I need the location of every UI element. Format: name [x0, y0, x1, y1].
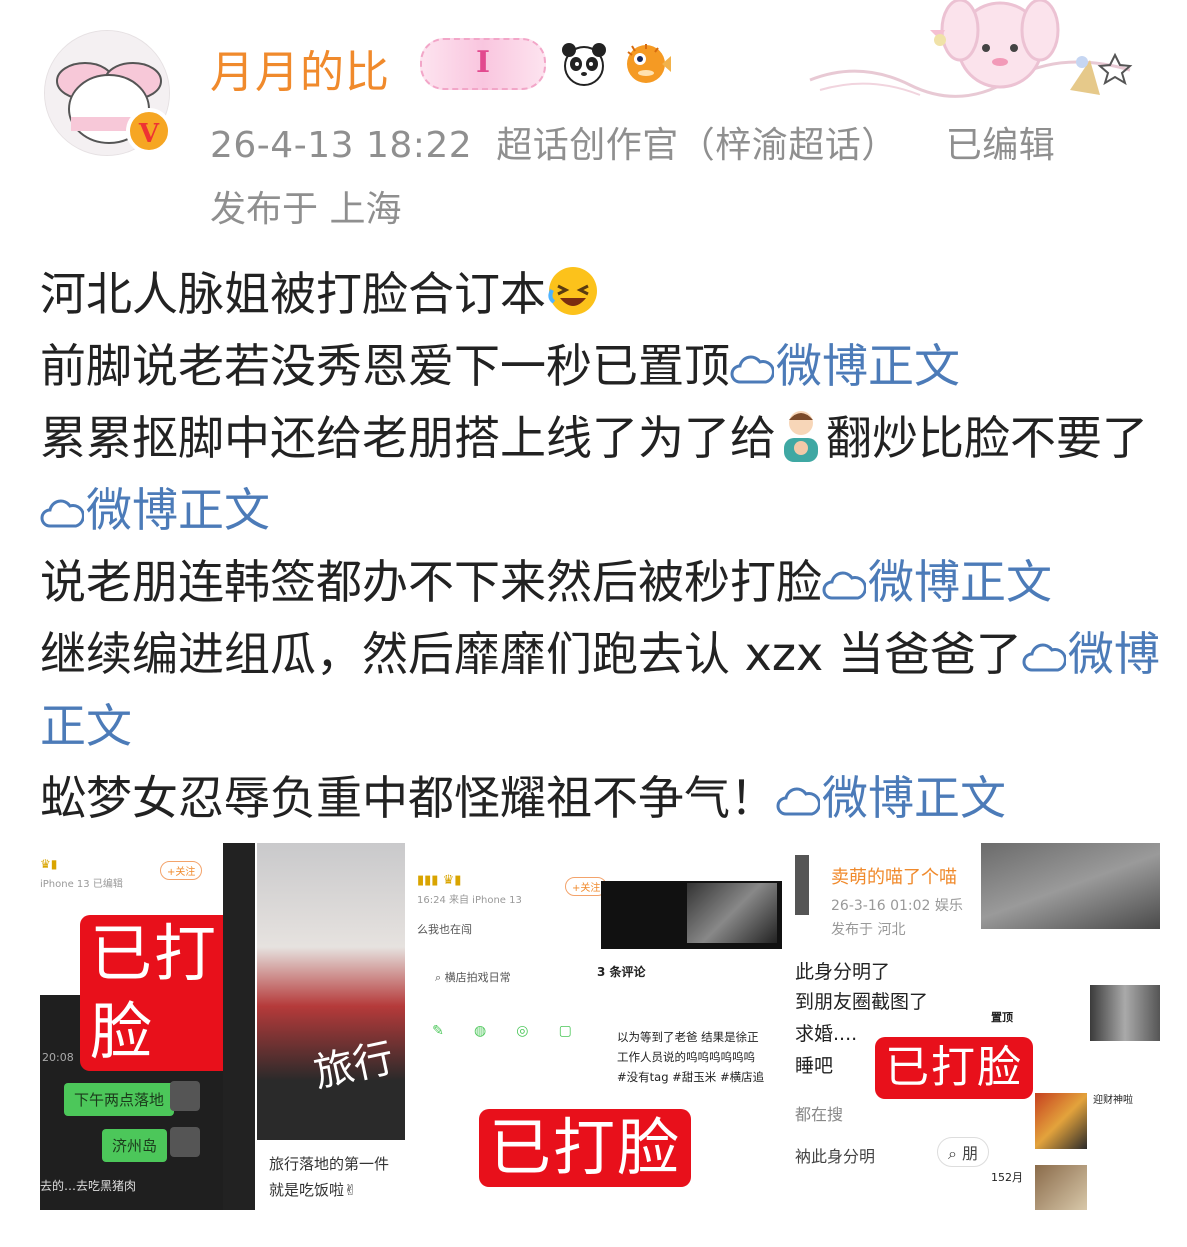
verified-badge-icon: V [126, 108, 172, 154]
post-line: 累累抠脚中还给老朋搭上线了为了给 [40, 411, 776, 465]
pufferfish-emoji-icon [627, 44, 671, 83]
link-cloud-icon [730, 355, 774, 384]
user-level-badge[interactable]: I [420, 38, 546, 90]
post-image-4[interactable]: 卖萌的喵了个喵 26-3-16 01:02 娱乐 发布于 河北 此身分明了 到朋… [795, 843, 1160, 1210]
tile-time: 26-3-16 01:02 娱乐 [831, 898, 963, 914]
chat-bubble: 下午两点落地 [64, 1083, 175, 1116]
post-line: 说老朋连韩签都办不下来然后被秒打脸 [40, 555, 822, 609]
post-image-2[interactable]: 旅行 旅行落地的第一件 就是吃饭啦✌ [257, 843, 405, 1210]
panda-emoji-icon [562, 43, 606, 86]
weibo-link[interactable]: 微博正文 [822, 555, 1052, 609]
tile-username: 卖萌的喵了个喵 [831, 867, 957, 888]
chat-text: 去的…去吃黑猪肉 [40, 1179, 137, 1193]
tile-date: 152月 [991, 1169, 1023, 1185]
weibo-link-label: 微博正文 [86, 483, 270, 537]
video-frame [687, 883, 777, 943]
tile-search-chip-text: 朋 [962, 1144, 979, 1163]
tile-photo [981, 843, 1160, 929]
post-source[interactable]: 超话创作官（梓渝超话） [496, 125, 898, 166]
chat-bubble: 济州岛 [102, 1129, 168, 1162]
share-icons: ✎ ◍ ◎ ▢ [432, 1023, 572, 1039]
chat-avatar [170, 1127, 200, 1157]
comment-text: 以为等到了老爸 结果是徐正 [617, 1030, 759, 1044]
link-cloud-icon [776, 787, 820, 816]
photo-caption: 旅行落地的第一件 [269, 1155, 390, 1173]
slapped-stamp: 已打脸 [875, 1037, 1033, 1099]
link-cloud-icon [822, 571, 866, 600]
post-timestamp[interactable]: 26-4-13 18:22 [210, 125, 472, 166]
decorative-sticker-icon [809, 0, 1133, 98]
rofl-emoji-icon [548, 267, 597, 315]
post-line: 翻炒比脸不要了 [826, 411, 1148, 465]
chat-time: 20:08 [42, 1051, 74, 1064]
tile-text: 衲此身分明 [795, 1147, 876, 1166]
post-location: 发布于 上海 [210, 189, 402, 230]
weibo-link[interactable]: 微博正文 [40, 483, 270, 537]
image-divider [223, 843, 255, 1210]
tile-text: 迎财神啦 [1093, 1095, 1133, 1106]
post-image-3[interactable]: ▮▮▮ ♛▮ 16:24 来自 iPhone 13 +关注 么我也在闯 ⌕ 横店… [417, 843, 782, 1210]
tile-text: 到朋友圈截图了 [795, 991, 929, 1013]
post-line: 继续编进组瓜，然后靡靡们跑去认 xzx 当爸爸了 [40, 627, 1022, 681]
edited-label[interactable]: 已编辑 [946, 125, 1056, 166]
crown-icon: ▮▮▮ ♛▮ [417, 873, 462, 888]
tile-text: 求婚.... [795, 1023, 858, 1045]
comment-count: 3 条评论 [597, 965, 646, 979]
follow-button: +关注 [160, 861, 203, 880]
tile-text: 此身分明了 [795, 961, 891, 983]
comment-text: 工作人员说的呜呜呜呜呜呜 [617, 1050, 755, 1064]
link-cloud-icon [1022, 643, 1066, 672]
man-with-baby-emoji-icon [784, 411, 818, 462]
tile-search-text: 横店拍戏日常 [444, 971, 511, 984]
tile-text: 么我也在闯 [417, 923, 472, 936]
tile-avatar [795, 855, 809, 915]
weibo-link[interactable]: 微博正文 [776, 771, 1006, 825]
pinned-label: 置顶 [991, 1011, 1013, 1024]
tile-photo [1090, 985, 1160, 1041]
tile-search: ⌕ 横店拍戏日常 [435, 971, 511, 984]
tile-device: iPhone 13 已编辑 [40, 879, 123, 890]
tile-meta: 16:24 来自 iPhone 13 [417, 895, 522, 906]
tile-location: 发布于 河北 [831, 922, 906, 938]
weibo-link-label: 微博正文 [822, 771, 1006, 825]
post-body: 河北人脉姐被打脸合订本 前脚说老若没秀恩爱下一秒已置顶 微博正文 累累抠脚中还给老… [40, 258, 1160, 834]
post-line: 前脚说老若没秀恩爱下一秒已置顶 [40, 339, 730, 393]
chat-avatar [170, 1081, 200, 1111]
post-images: ♛▮ iPhone 13 已编辑 +关注 20:08 下午两点落地 济州岛 去的… [40, 843, 1160, 1210]
tile-text: 睡吧 [795, 1055, 834, 1077]
tile-text: 都在搜 [795, 1105, 844, 1124]
photo-caption: 就是吃饭啦✌ [269, 1181, 357, 1199]
tile-photo [1035, 1165, 1087, 1210]
tile-date-day: 15 [991, 1171, 1005, 1184]
tile-date-month: 2月 [1005, 1171, 1023, 1184]
link-cloud-icon [40, 499, 84, 528]
crown-icon: ♛▮ [40, 857, 58, 871]
tile-photo [1035, 1093, 1087, 1149]
slapped-stamp: 已打脸 [479, 1109, 692, 1187]
post-line: 河北人脉姐被打脸合订本 [40, 267, 546, 321]
username[interactable]: 月月的比 [210, 36, 390, 100]
post-line: 蚣梦女忍辱负重中都怪耀祖不争气！ [40, 771, 776, 825]
weibo-link-label: 微博正文 [868, 555, 1052, 609]
weibo-link-label: 微博正文 [776, 339, 960, 393]
weibo-link[interactable]: 微博正文 [730, 339, 960, 393]
comment-text: #没有tag #甜玉米 #横店追 [617, 1070, 765, 1084]
tile-search-chip: ⌕ 朋 [937, 1137, 990, 1167]
